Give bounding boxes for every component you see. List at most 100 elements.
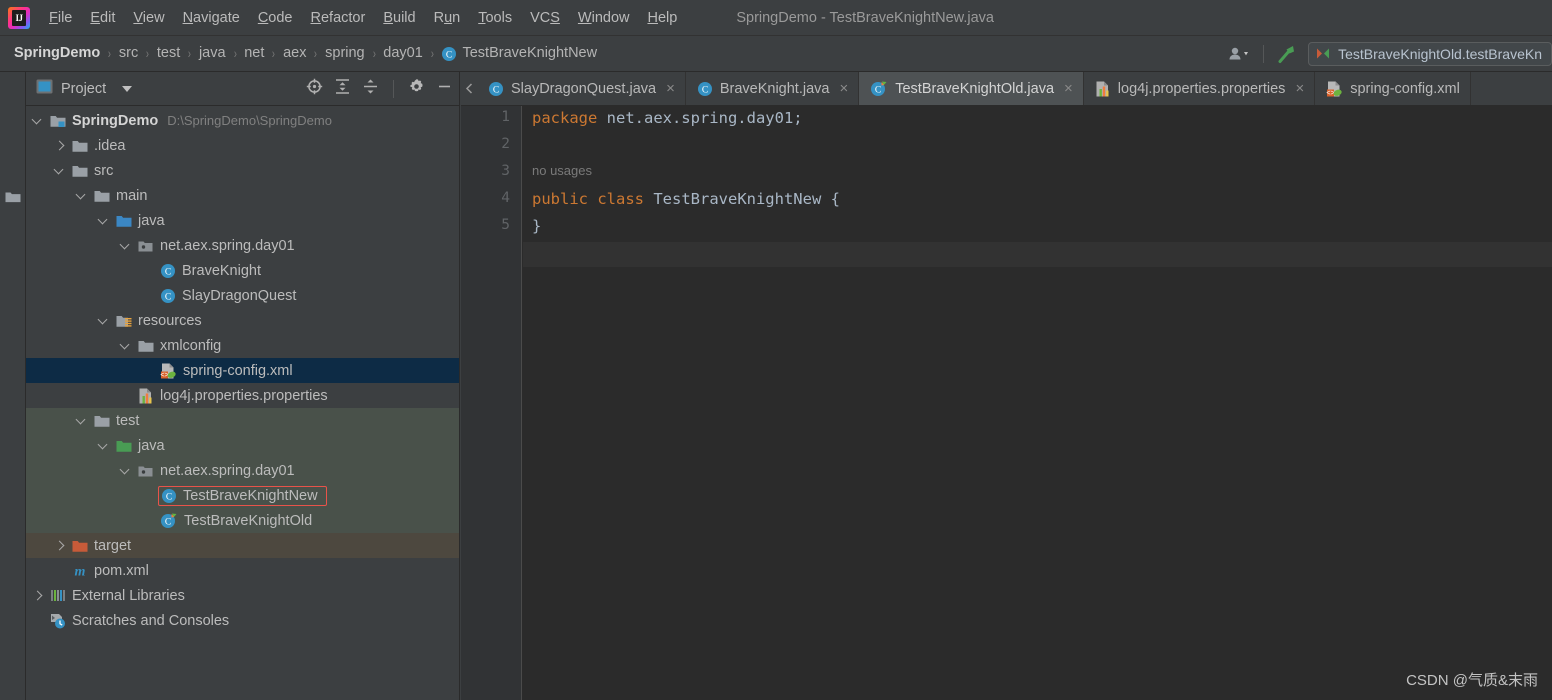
editor-tab[interactable]: <> spring-config.xml	[1315, 72, 1471, 105]
tree-node[interactable]: C TestBraveKnightNew	[26, 483, 459, 508]
breadcrumb-item-testbraveknightnew[interactable]: C TestBraveKnightNew	[441, 45, 597, 61]
resource-root-icon	[116, 314, 132, 328]
tab-scroll-left-icon[interactable]	[461, 72, 477, 105]
chevron-down-icon[interactable]	[32, 115, 44, 127]
chevron-down-icon[interactable]	[98, 440, 110, 452]
tree-node-label: src	[94, 162, 114, 179]
collapse-all-icon[interactable]	[362, 78, 379, 100]
menu-item-tools[interactable]: Tools	[469, 7, 521, 29]
chevron-down-icon[interactable]	[76, 415, 88, 427]
breadcrumb-separator: ›	[146, 45, 150, 62]
breadcrumb-separator: ›	[314, 45, 318, 62]
breadcrumb-item-spring[interactable]: spring	[325, 45, 365, 61]
tree-node[interactable]: java	[26, 433, 459, 458]
code-editor[interactable]: 1 2 3 4 5 package net.aex.spring.day01; no us…	[461, 106, 1552, 700]
menu-item-refactor[interactable]: Refactor	[302, 7, 375, 29]
tree-node[interactable]: <> spring-config.xml	[26, 358, 459, 383]
code-token: TestBraveKnightNew	[653, 190, 831, 208]
tree-node[interactable]: SpringDemo D:\SpringDemo\SpringDemo	[26, 108, 459, 133]
tree-node[interactable]: target	[26, 533, 459, 558]
menu-item-run[interactable]: Run	[425, 7, 470, 29]
menu-item-code[interactable]: Code	[249, 7, 302, 29]
chevron-down-icon[interactable]	[76, 190, 88, 202]
settings-gear-icon[interactable]	[408, 78, 425, 100]
menu-item-help[interactable]: Help	[638, 7, 686, 29]
tree-node[interactable]: External Libraries	[26, 583, 459, 608]
editor-tab[interactable]: C BraveKnight.java ×	[686, 72, 860, 105]
breadcrumb-item-java[interactable]: java	[199, 45, 226, 61]
editor-tab[interactable]: log4j.properties.properties ×	[1084, 72, 1316, 105]
chevron-down-icon[interactable]	[98, 315, 110, 327]
tree-node[interactable]: Scratches and Consoles	[26, 608, 459, 633]
tree-node[interactable]: .idea	[26, 133, 459, 158]
breadcrumb-label: src	[118, 45, 139, 62]
chevron-down-icon[interactable]	[122, 85, 133, 92]
chevron-down-icon[interactable]	[120, 465, 132, 477]
close-icon[interactable]: ×	[839, 81, 848, 96]
class-icon: C	[161, 488, 177, 504]
tree-node[interactable]: C BraveKnight	[26, 258, 459, 283]
tree-node[interactable]: resources	[26, 308, 459, 333]
chevron-right-icon[interactable]	[54, 540, 66, 552]
user-account-icon[interactable]	[1227, 45, 1253, 63]
properties-icon	[138, 388, 154, 404]
breadcrumb-item-day01[interactable]: day01	[383, 45, 423, 61]
code-token: }	[532, 217, 542, 235]
tree-node[interactable]: m pom.xml	[26, 558, 459, 583]
caret-line-highlight	[523, 242, 1552, 267]
menu-item-navigate[interactable]: Navigate	[174, 7, 249, 29]
tree-node[interactable]: test	[26, 408, 459, 433]
tree-node[interactable]: main	[26, 183, 459, 208]
menu-item-build[interactable]: Build	[374, 7, 424, 29]
svg-text:<>: <>	[1327, 90, 1335, 97]
breadcrumb-item-aex[interactable]: aex	[283, 45, 306, 61]
tree-node[interactable]: src	[26, 158, 459, 183]
tree-node-content: C TestBraveKnightNew	[158, 485, 327, 506]
tree-node-label: pom.xml	[94, 562, 149, 579]
editor-tab[interactable]: C TestBraveKnightOld.java ×	[859, 72, 1084, 105]
close-icon[interactable]: ×	[1295, 81, 1304, 96]
close-icon[interactable]: ×	[1064, 81, 1073, 96]
run-configuration-selector[interactable]: TestBraveKnightOld.testBraveKn	[1308, 41, 1552, 66]
menu-item-view[interactable]: View	[124, 7, 173, 29]
scratches-icon	[50, 613, 66, 629]
select-opened-file-icon[interactable]	[306, 78, 323, 100]
chevron-right-icon[interactable]	[54, 140, 66, 152]
chevron-right-icon[interactable]	[32, 590, 44, 602]
tree-node[interactable]: xmlconfig	[26, 333, 459, 358]
inlay-hint: no usages	[532, 163, 592, 178]
menu-item-edit[interactable]: Edit	[81, 7, 124, 29]
chevron-down-icon[interactable]	[98, 215, 110, 227]
breadcrumb-separator: ›	[272, 45, 276, 62]
menu-item-window[interactable]: Window	[569, 7, 639, 29]
code-token: package	[532, 109, 607, 127]
editor-code-area[interactable]: package net.aex.spring.day01; no usages pu…	[523, 106, 1552, 700]
build-hammer-icon[interactable]	[1274, 43, 1298, 65]
breadcrumb-label: aex	[283, 45, 307, 62]
tree-node-content: Scratches and Consoles	[50, 613, 229, 629]
tree-node-content: xmlconfig	[138, 338, 221, 354]
folder-icon	[94, 414, 110, 428]
tree-node[interactable]: C TestBraveKnightOld	[26, 508, 459, 533]
svg-text:C: C	[702, 85, 708, 95]
breadcrumb-item-test[interactable]: test	[157, 45, 180, 61]
tree-node[interactable]: log4j.properties.properties	[26, 383, 459, 408]
chevron-down-icon[interactable]	[120, 240, 132, 252]
hide-minimize-icon[interactable]	[436, 78, 453, 100]
tree-node[interactable]: java	[26, 208, 459, 233]
breadcrumb-label: java	[198, 45, 226, 62]
expand-all-icon[interactable]	[334, 78, 351, 100]
tree-node[interactable]: net.aex.spring.day01	[26, 458, 459, 483]
breadcrumb-item-src[interactable]: src	[119, 45, 138, 61]
editor-tab-label: BraveKnight.java	[719, 80, 830, 97]
tree-node[interactable]: C SlayDragonQuest	[26, 283, 459, 308]
editor-tab[interactable]: C SlayDragonQuest.java ×	[477, 72, 686, 105]
breadcrumb-item-springdemo[interactable]: SpringDemo	[14, 45, 100, 61]
menu-item-vcs[interactable]: VCS	[521, 7, 569, 29]
menu-item-file[interactable]: File	[40, 7, 81, 29]
tree-node[interactable]: net.aex.spring.day01	[26, 233, 459, 258]
close-icon[interactable]: ×	[666, 81, 675, 96]
chevron-down-icon[interactable]	[120, 340, 132, 352]
chevron-down-icon[interactable]	[54, 165, 66, 177]
breadcrumb-item-net[interactable]: net	[244, 45, 264, 61]
